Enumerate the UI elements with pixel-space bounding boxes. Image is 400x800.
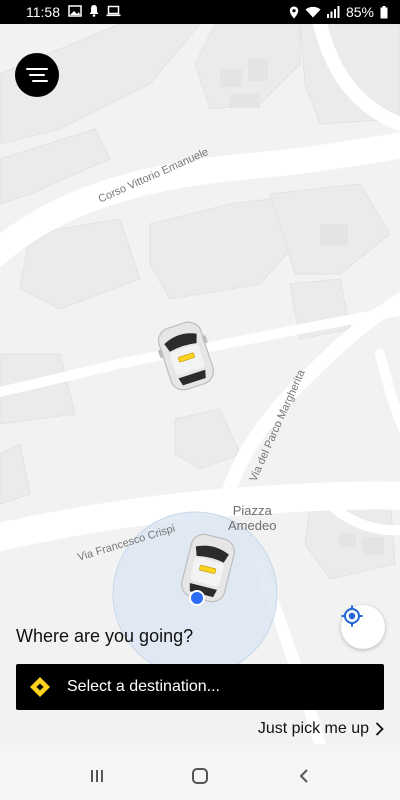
diamond-icon bbox=[30, 677, 50, 697]
status-time: 11:58 bbox=[26, 4, 60, 20]
home-icon bbox=[192, 768, 208, 784]
menu-button[interactable] bbox=[15, 53, 59, 97]
my-location-button[interactable] bbox=[341, 605, 385, 649]
laptop-icon bbox=[106, 5, 121, 16]
battery-icon bbox=[380, 5, 388, 18]
image-icon bbox=[68, 4, 82, 17]
battery-percent: 85% bbox=[345, 4, 374, 20]
signal-icon bbox=[326, 6, 340, 18]
my-location-icon bbox=[341, 605, 363, 627]
status-bar: 11:58 85% bbox=[0, 0, 400, 24]
wifi-icon bbox=[305, 6, 321, 18]
destination-prompt: Where are you going? bbox=[16, 626, 194, 646]
current-location-dot bbox=[189, 590, 205, 606]
menu-icon bbox=[26, 68, 48, 82]
poi-label-line2: Amedeo bbox=[228, 518, 277, 533]
system-nav-bar bbox=[0, 752, 400, 800]
back-button[interactable] bbox=[293, 764, 315, 788]
select-destination-label: Select a destination... bbox=[67, 678, 220, 695]
home-button[interactable] bbox=[189, 764, 211, 788]
just-pick-me-up-label: Just pick me up bbox=[257, 720, 369, 737]
recents-button[interactable] bbox=[86, 764, 108, 788]
select-destination-button[interactable]: Select a destination... bbox=[16, 664, 384, 710]
bell-icon bbox=[89, 5, 99, 17]
recents-icon bbox=[91, 770, 103, 782]
chevron-right-icon bbox=[375, 722, 384, 736]
location-pin-icon bbox=[289, 6, 299, 18]
poi-label-line1: Piazza bbox=[232, 503, 272, 518]
just-pick-me-up-link[interactable]: Just pick me up bbox=[258, 720, 384, 738]
back-icon bbox=[299, 769, 308, 783]
poi-label: Piazza Amedeo bbox=[228, 503, 276, 533]
